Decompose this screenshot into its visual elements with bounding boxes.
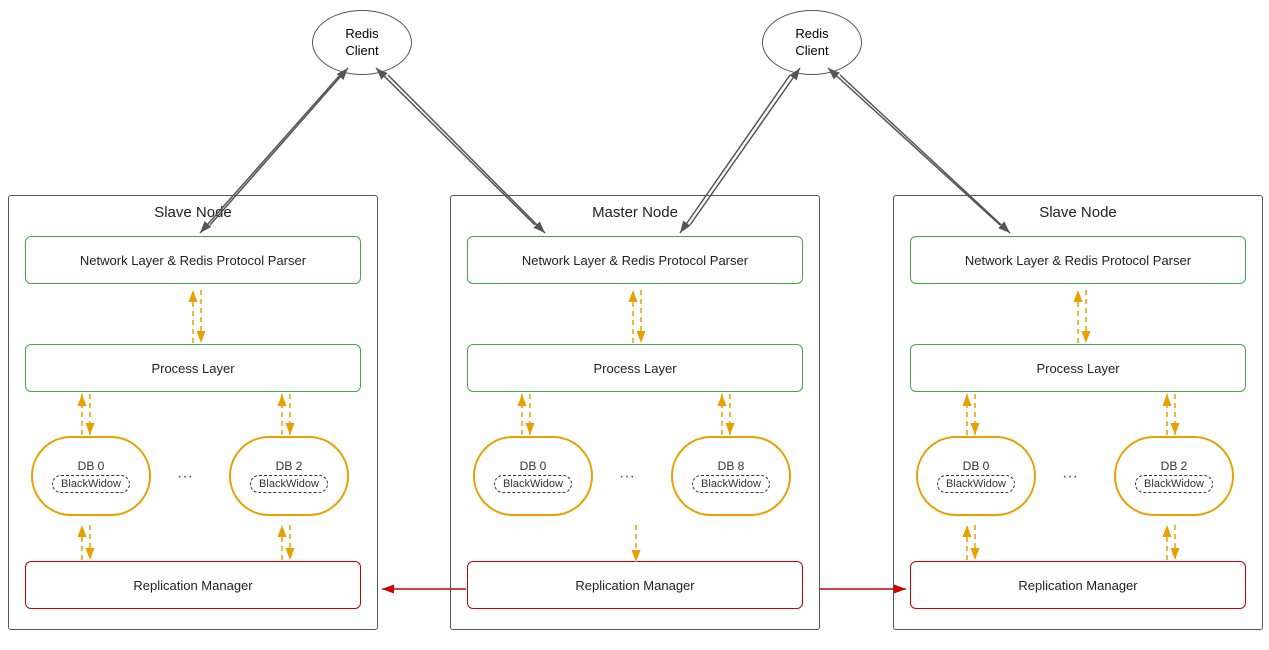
master-node-title: Master Node [451,196,819,227]
slave1-db2: DB 2 BlackWidow [229,436,349,516]
diagram-container: Redis Client Redis Client Slave Node Net… [0,0,1269,650]
slave2-network-layer: Network Layer & Redis Protocol Parser [910,236,1246,284]
slave1-dots: ··· [177,468,193,486]
slave2-db2: DB 2 BlackWidow [1114,436,1234,516]
slave-node-2-title: Slave Node [894,196,1262,227]
slave1-process-layer: Process Layer [25,344,361,392]
slave2-dots: ··· [1062,468,1078,486]
master-network-layer: Network Layer & Redis Protocol Parser [467,236,803,284]
master-db0: DB 0 BlackWidow [473,436,593,516]
slave2-db0: DB 0 BlackWidow [916,436,1036,516]
slave-node-1-title: Slave Node [9,196,377,227]
slave1-replication-manager: Replication Manager [25,561,361,609]
master-replication-manager: Replication Manager [467,561,803,609]
master-db8: DB 8 BlackWidow [671,436,791,516]
master-process-layer: Process Layer [467,344,803,392]
redis-client-2: Redis Client [762,10,862,75]
redis-client-1: Redis Client [312,10,412,75]
master-node: Master Node Network Layer & Redis Protoc… [450,195,820,630]
slave1-network-layer: Network Layer & Redis Protocol Parser [25,236,361,284]
slave1-db0: DB 0 BlackWidow [31,436,151,516]
master-dots: ··· [619,468,635,486]
slave2-replication-manager: Replication Manager [910,561,1246,609]
slave2-process-layer: Process Layer [910,344,1246,392]
slave-node-2: Slave Node Network Layer & Redis Protoco… [893,195,1263,630]
slave-node-1: Slave Node Network Layer & Redis Protoco… [8,195,378,630]
